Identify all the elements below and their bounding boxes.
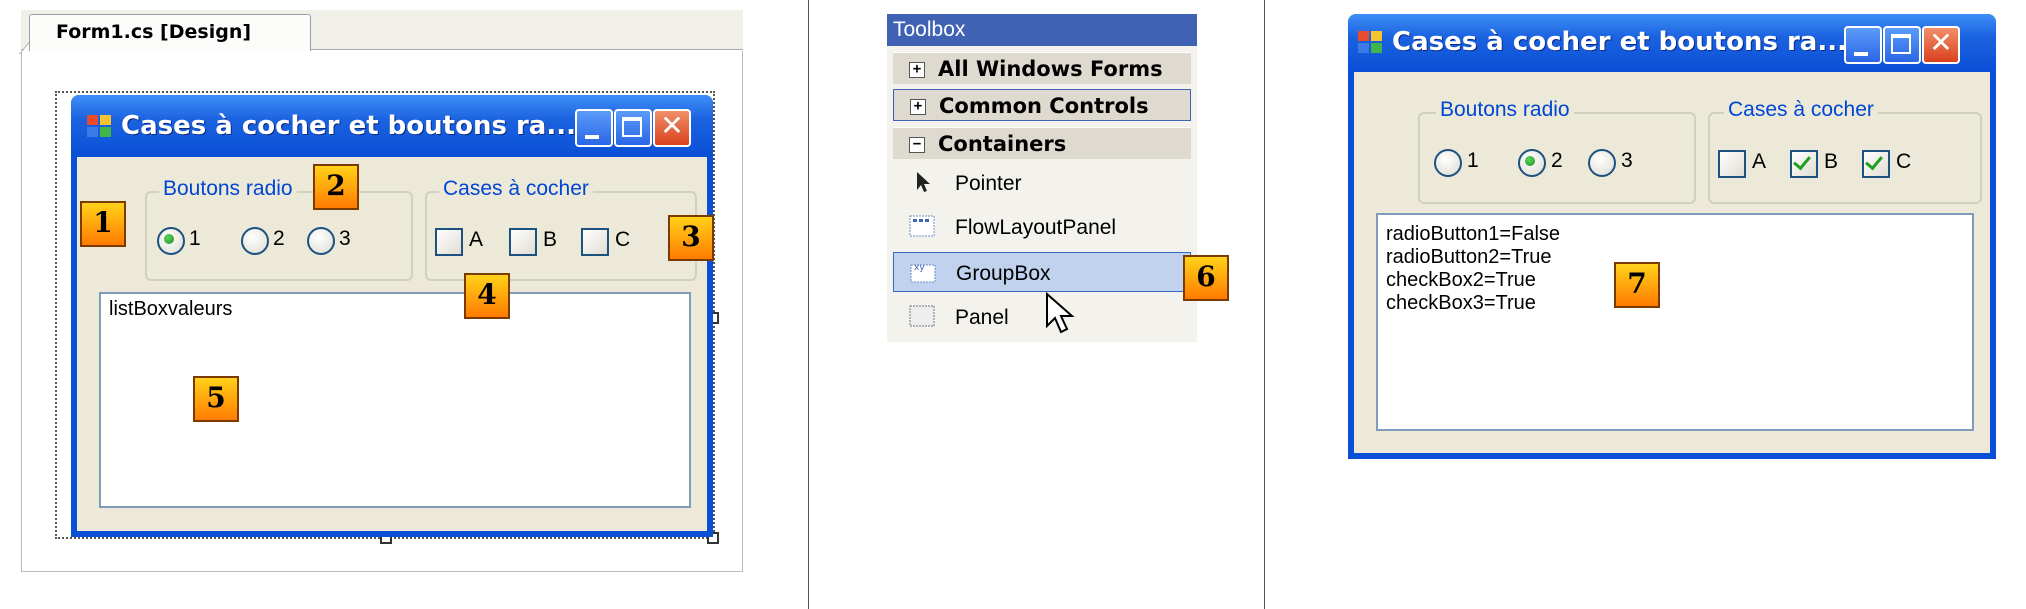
form-designer-panel: Form1.cs [Design] Cases à cocher et bout… xyxy=(19,10,743,572)
listbox-valeurs[interactable]: listBoxvaleurs xyxy=(99,292,691,508)
close-button[interactable]: ✕ xyxy=(653,109,691,147)
radio-label-2: 2 xyxy=(1551,149,1563,172)
runtime-form-window[interactable]: Cases à cocher et boutons ra... ✕ Bouton… xyxy=(1348,14,1996,459)
minimize-button[interactable] xyxy=(1844,26,1882,64)
list-item[interactable]: checkBox3=True xyxy=(1386,292,1536,315)
radio-button-2[interactable] xyxy=(241,227,269,255)
runtime-title-bar[interactable]: Cases à cocher et boutons ra... ✕ xyxy=(1348,14,1996,72)
list-item[interactable]: checkBox2=True xyxy=(1386,269,1536,292)
runtime-client-area: Boutons radio 1 2 3 Cases à cocher A B C… xyxy=(1354,72,1990,453)
toolbox-item-pointer[interactable]: Pointer xyxy=(893,163,1191,203)
toolbox-category-common-controls[interactable]: + Common Controls xyxy=(893,89,1191,121)
checkbox-b[interactable] xyxy=(509,228,537,256)
radio-button-1[interactable] xyxy=(1434,149,1462,177)
toolbox-item-flowlayoutpanel[interactable]: FlowLayoutPanel xyxy=(893,207,1191,247)
form-title-bar[interactable]: Cases à cocher et boutons ra... ✕ xyxy=(71,95,713,157)
toolbox-item-groupbox[interactable]: xy GroupBox xyxy=(893,252,1191,292)
radio-label-3: 3 xyxy=(1621,149,1633,172)
radio-label-2: 2 xyxy=(273,227,285,250)
form-client-area: Boutons radio 1 2 3 Cases à cocher A B C… xyxy=(77,157,707,531)
callout-badge-6: 6 xyxy=(1183,255,1229,301)
callout-badge-3: 3 xyxy=(668,215,714,261)
svg-text:xy: xy xyxy=(914,263,925,273)
callout-badge-7: 7 xyxy=(1614,262,1660,308)
form-title: Cases à cocher et boutons ra... xyxy=(121,111,576,141)
toolbox-category-all-windows-forms[interactable]: + All Windows Forms xyxy=(893,52,1191,84)
item-label: FlowLayoutPanel xyxy=(955,216,1117,239)
checkbox-group-label: Cases à cocher xyxy=(1724,98,1878,122)
callout-badge-1: 1 xyxy=(80,201,126,247)
radio-group-label: Boutons radio xyxy=(159,177,297,201)
checkbox-label-b: B xyxy=(543,228,558,251)
radio-button-3[interactable] xyxy=(1588,149,1616,177)
radio-button-1[interactable] xyxy=(157,227,185,255)
minimize-button[interactable] xyxy=(575,109,613,147)
toolbox-item-panel[interactable]: Panel xyxy=(893,297,1191,337)
column-separator xyxy=(808,0,809,609)
checkbox-c[interactable] xyxy=(581,228,609,256)
column-separator xyxy=(1264,0,1265,609)
app-icon xyxy=(87,115,113,139)
radio-group-label: Boutons radio xyxy=(1436,98,1574,122)
item-label: Pointer xyxy=(955,172,1022,195)
checkbox-group-label: Cases à cocher xyxy=(439,177,593,201)
close-button[interactable]: ✕ xyxy=(1922,26,1960,64)
checkbox-groupbox xyxy=(425,191,697,281)
maximize-button[interactable] xyxy=(614,109,652,147)
checkbox-b[interactable] xyxy=(1790,150,1818,178)
radio-label-1: 1 xyxy=(1467,149,1479,172)
checkbox-label-a: A xyxy=(469,228,484,251)
category-label: Common Controls xyxy=(939,94,1149,118)
checkbox-label-b: B xyxy=(1824,150,1839,173)
groupbox-icon: xy xyxy=(910,263,936,283)
mouse-cursor-icon xyxy=(1046,292,1075,334)
radio-button-2[interactable] xyxy=(1518,149,1546,177)
listbox-valeurs[interactable]: radioButton1=False radioButton2=True che… xyxy=(1376,213,1974,431)
list-item[interactable]: radioButton2=True xyxy=(1386,246,1551,269)
item-label: Panel xyxy=(955,306,1009,329)
toolbox-title: Toolbox xyxy=(887,14,1197,46)
checkbox-label-a: A xyxy=(1752,150,1767,173)
checkbox-label-c: C xyxy=(1896,150,1912,173)
listbox-name-text: listBoxvaleurs xyxy=(109,298,233,320)
category-label: Containers xyxy=(938,132,1067,156)
toolbox-panel: Toolbox + All Windows Forms + Common Con… xyxy=(887,14,1229,342)
radio-label-1: 1 xyxy=(189,227,201,250)
designer-form-window[interactable]: Cases à cocher et boutons ra... ✕ Bouton… xyxy=(71,95,713,537)
document-tab[interactable]: Form1.cs [Design] xyxy=(29,14,311,51)
flowlayoutpanel-icon xyxy=(909,215,935,237)
callout-badge-5: 5 xyxy=(193,376,239,422)
callout-badge-4: 4 xyxy=(464,273,510,319)
collapse-icon[interactable]: − xyxy=(909,137,925,153)
checkbox-a[interactable] xyxy=(435,228,463,256)
checkbox-c[interactable] xyxy=(1862,150,1890,178)
expand-icon[interactable]: + xyxy=(909,62,925,78)
pointer-arrow-icon xyxy=(917,172,930,192)
checkbox-label-c: C xyxy=(615,228,631,251)
radio-button-3[interactable] xyxy=(307,227,335,255)
checkbox-a[interactable] xyxy=(1718,150,1746,178)
checkbox-groupbox xyxy=(1708,112,1982,204)
callout-badge-2: 2 xyxy=(313,164,359,210)
runtime-title: Cases à cocher et boutons ra... xyxy=(1392,27,1847,57)
list-item[interactable]: radioButton1=False xyxy=(1386,223,1560,246)
maximize-button[interactable] xyxy=(1883,26,1921,64)
panel-icon xyxy=(909,305,935,327)
category-label: All Windows Forms xyxy=(938,57,1163,81)
expand-icon[interactable]: + xyxy=(910,99,926,115)
radio-label-3: 3 xyxy=(339,227,351,250)
app-icon xyxy=(1358,31,1384,55)
toolbox-category-containers[interactable]: − Containers xyxy=(893,127,1191,159)
item-label: GroupBox xyxy=(956,262,1051,285)
